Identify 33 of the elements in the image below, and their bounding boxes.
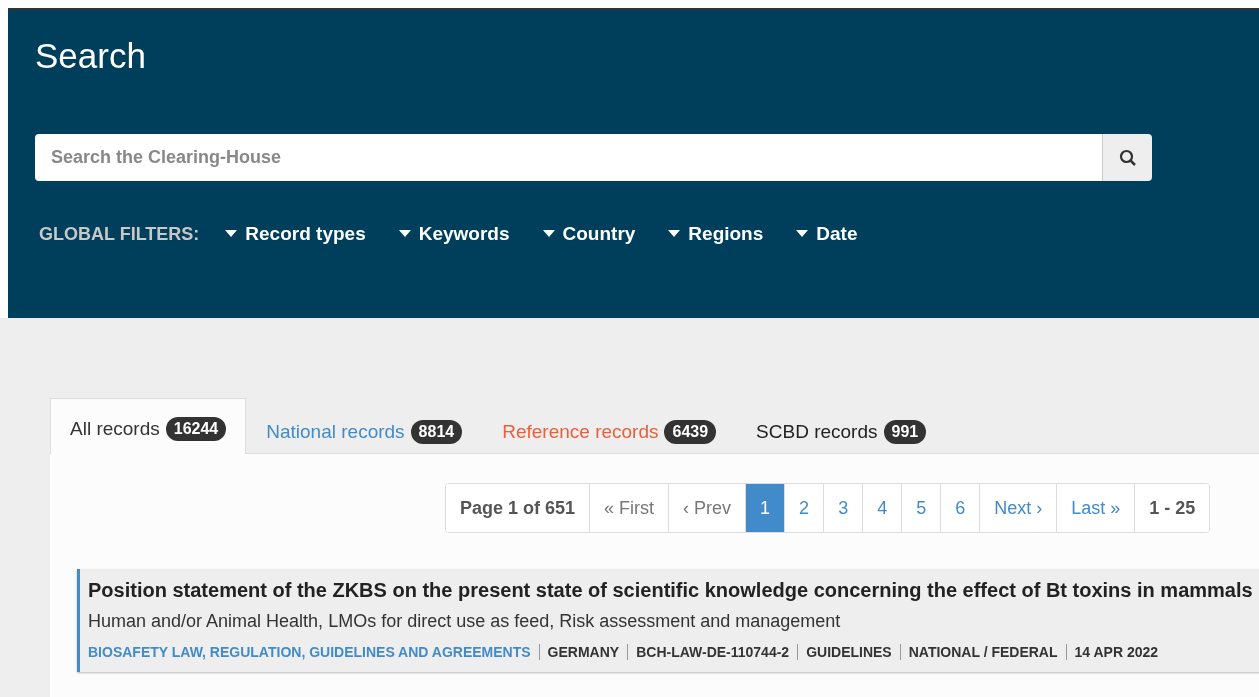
count-badge: 991 — [883, 419, 927, 444]
filters-label: GLOBAL FILTERS: — [39, 223, 200, 245]
filter-dropdown[interactable]: Country — [542, 223, 636, 245]
search-button[interactable] — [1102, 134, 1152, 181]
caret-icon — [668, 230, 681, 238]
result-title[interactable]: Position statement of the ZKBS on the present state of scientific knowledge concerning the effect of Bt toxins in mammals — [88, 579, 1259, 602]
meta-text: GUIDELINES — [797, 644, 900, 660]
page-title: Search — [35, 36, 146, 76]
page-info: Page 1 of 651 — [446, 484, 591, 532]
search-field[interactable]: Search the Clearing-House — [35, 134, 1102, 181]
meta-text: NATIONAL / FEDERAL — [899, 644, 1066, 660]
filter-dropdown[interactable]: Regions — [668, 223, 764, 245]
records-tab[interactable]: National records 8814 — [246, 409, 483, 453]
meta-text: GERMANY — [538, 644, 628, 660]
caret-icon — [225, 230, 238, 238]
count-badge: 6439 — [664, 419, 717, 444]
meta-text: 14 APR 2022 — [1065, 644, 1167, 660]
record-type-link[interactable]: BIOSAFETY LAW, REGULATION, GUIDELINES AND AGREEMENTS — [88, 644, 539, 660]
count-badge: 8814 — [410, 419, 463, 444]
filter-dropdown[interactable]: Keywords — [398, 223, 510, 245]
caret-icon — [542, 230, 555, 238]
records-tab[interactable]: SCBD records 991 — [736, 409, 947, 453]
filter-dropdown[interactable]: Record types — [225, 223, 366, 245]
meta-text: BCH-LAW-DE-110744-2 — [627, 644, 798, 660]
records-tab[interactable]: Reference records 6439 — [482, 409, 737, 453]
records-tab[interactable]: All records 16244 — [50, 398, 247, 454]
result-subjects: Human and/or Animal Health, LMOs for direct use as feed, Risk assessment and management — [88, 611, 842, 632]
filter-dropdown[interactable]: Date — [796, 223, 858, 245]
count-badge: 16244 — [165, 416, 227, 441]
caret-icon — [796, 230, 809, 238]
caret-icon — [398, 230, 411, 238]
search-icon — [1118, 148, 1137, 167]
page-button[interactable]: 1 — [746, 484, 786, 532]
